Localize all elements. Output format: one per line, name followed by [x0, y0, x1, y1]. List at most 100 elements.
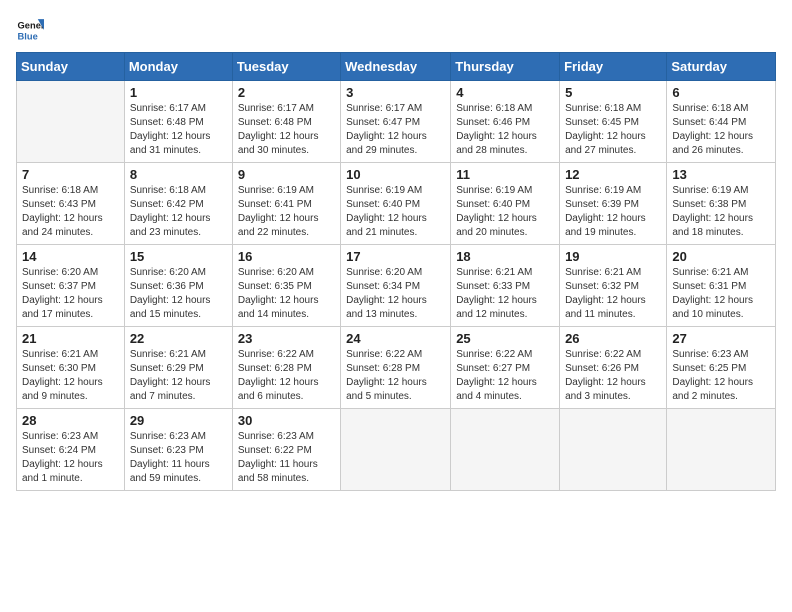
- day-info: Sunrise: 6:23 AMSunset: 6:23 PMDaylight:…: [130, 430, 227, 486]
- calendar-cell: 7 Sunrise: 6:18 AMSunset: 6:43 PMDaylight…: [17, 163, 125, 245]
- calendar-cell: 14 Sunrise: 6:20 AMSunset: 6:37 PMDayligh…: [17, 245, 125, 327]
- calendar-cell: 4Sunrise: 6:18 AMSunset: 6:46 PMDaylight…: [451, 81, 560, 163]
- day-number: 13: [672, 167, 770, 182]
- calendar-cell: 15 Sunrise: 6:20 AMSunset: 6:36 PMDayligh…: [124, 245, 232, 327]
- header: General Blue: [16, 16, 776, 44]
- day-number: 23: [238, 331, 335, 346]
- day-info: Sunrise: 6:21 AMSunset: 6:30 PMDaylight:…: [22, 348, 119, 404]
- calendar-cell: [451, 409, 560, 491]
- calendar-cell: 29 Sunrise: 6:23 AMSunset: 6:23 PMDayligh…: [124, 409, 232, 491]
- calendar-table: SundayMondayTuesdayWednesdayThursdayFrid…: [16, 52, 776, 491]
- day-number: 19: [565, 249, 661, 264]
- calendar-cell: 27 Sunrise: 6:23 AMSunset: 6:25 PMDayligh…: [667, 327, 776, 409]
- calendar-cell: 18 Sunrise: 6:21 AMSunset: 6:33 PMDayligh…: [451, 245, 560, 327]
- calendar-cell: 13 Sunrise: 6:19 AMSunset: 6:38 PMDayligh…: [667, 163, 776, 245]
- weekday-header-monday: Monday: [124, 53, 232, 81]
- day-info: Sunrise: 6:18 AMSunset: 6:45 PMDaylight:…: [565, 102, 661, 158]
- calendar-cell: 24 Sunrise: 6:22 AMSunset: 6:28 PMDayligh…: [341, 327, 451, 409]
- day-number: 25: [456, 331, 554, 346]
- day-number: 29: [130, 413, 227, 428]
- logo: General Blue: [16, 16, 48, 44]
- day-number: 21: [22, 331, 119, 346]
- calendar-cell: 16 Sunrise: 6:20 AMSunset: 6:35 PMDayligh…: [232, 245, 340, 327]
- day-number: 8: [130, 167, 227, 182]
- day-number: 22: [130, 331, 227, 346]
- day-number: 17: [346, 249, 445, 264]
- day-number: 1: [130, 85, 227, 100]
- day-info: Sunrise: 6:19 AMSunset: 6:40 PMDaylight:…: [346, 184, 445, 240]
- calendar-cell: 17 Sunrise: 6:20 AMSunset: 6:34 PMDayligh…: [341, 245, 451, 327]
- calendar-cell: 19 Sunrise: 6:21 AMSunset: 6:32 PMDayligh…: [560, 245, 667, 327]
- weekday-header-wednesday: Wednesday: [341, 53, 451, 81]
- day-info: Sunrise: 6:18 AMSunset: 6:42 PMDaylight:…: [130, 184, 227, 240]
- day-number: 7: [22, 167, 119, 182]
- calendar-cell: 25 Sunrise: 6:22 AMSunset: 6:27 PMDayligh…: [451, 327, 560, 409]
- calendar-cell: 6 Sunrise: 6:18 AMSunset: 6:44 PMDaylight…: [667, 81, 776, 163]
- day-info: Sunrise: 6:20 AMSunset: 6:34 PMDaylight:…: [346, 266, 445, 322]
- day-info: Sunrise: 6:19 AMSunset: 6:38 PMDaylight:…: [672, 184, 770, 240]
- day-number: 12: [565, 167, 661, 182]
- calendar-cell: 22 Sunrise: 6:21 AMSunset: 6:29 PMDayligh…: [124, 327, 232, 409]
- day-info: Sunrise: 6:20 AMSunset: 6:37 PMDaylight:…: [22, 266, 119, 322]
- day-number: 14: [22, 249, 119, 264]
- day-number: 20: [672, 249, 770, 264]
- calendar-cell: 10 Sunrise: 6:19 AMSunset: 6:40 PMDayligh…: [341, 163, 451, 245]
- day-info: Sunrise: 6:23 AMSunset: 6:22 PMDaylight:…: [238, 430, 335, 486]
- day-number: 16: [238, 249, 335, 264]
- day-info: Sunrise: 6:21 AMSunset: 6:32 PMDaylight:…: [565, 266, 661, 322]
- day-number: 15: [130, 249, 227, 264]
- day-info: Sunrise: 6:17 AMSunset: 6:48 PMDaylight:…: [238, 102, 335, 158]
- calendar-cell: 5 Sunrise: 6:18 AMSunset: 6:45 PMDaylight…: [560, 81, 667, 163]
- day-number: 24: [346, 331, 445, 346]
- day-info: Sunrise: 6:23 AMSunset: 6:25 PMDaylight:…: [672, 348, 770, 404]
- day-info: Sunrise: 6:18 AMSunset: 6:43 PMDaylight:…: [22, 184, 119, 240]
- day-number: 9: [238, 167, 335, 182]
- day-info: Sunrise: 6:22 AMSunset: 6:28 PMDaylight:…: [238, 348, 335, 404]
- calendar-cell: 3 Sunrise: 6:17 AMSunset: 6:47 PMDaylight…: [341, 81, 451, 163]
- day-number: 26: [565, 331, 661, 346]
- day-info: Sunrise: 6:22 AMSunset: 6:26 PMDaylight:…: [565, 348, 661, 404]
- calendar-cell: 23 Sunrise: 6:22 AMSunset: 6:28 PMDayligh…: [232, 327, 340, 409]
- calendar-cell: 21 Sunrise: 6:21 AMSunset: 6:30 PMDayligh…: [17, 327, 125, 409]
- calendar-cell: 30 Sunrise: 6:23 AMSunset: 6:22 PMDayligh…: [232, 409, 340, 491]
- day-info: Sunrise: 6:22 AMSunset: 6:27 PMDaylight:…: [456, 348, 554, 404]
- calendar-cell: [17, 81, 125, 163]
- day-info: Sunrise: 6:17 AMSunset: 6:48 PMDaylight:…: [130, 102, 227, 158]
- weekday-header-friday: Friday: [560, 53, 667, 81]
- day-info: Sunrise: 6:17 AMSunset: 6:47 PMDaylight:…: [346, 102, 445, 158]
- calendar-cell: [667, 409, 776, 491]
- day-number: 11: [456, 167, 554, 182]
- calendar-cell: 2 Sunrise: 6:17 AMSunset: 6:48 PMDaylight…: [232, 81, 340, 163]
- day-info: Sunrise: 6:23 AMSunset: 6:24 PMDaylight:…: [22, 430, 119, 486]
- day-info: Sunrise: 6:21 AMSunset: 6:29 PMDaylight:…: [130, 348, 227, 404]
- day-info: Sunrise: 6:21 AMSunset: 6:31 PMDaylight:…: [672, 266, 770, 322]
- day-info: Sunrise: 6:19 AMSunset: 6:39 PMDaylight:…: [565, 184, 661, 240]
- calendar-cell: 12 Sunrise: 6:19 AMSunset: 6:39 PMDayligh…: [560, 163, 667, 245]
- calendar-cell: 20 Sunrise: 6:21 AMSunset: 6:31 PMDayligh…: [667, 245, 776, 327]
- day-number: 27: [672, 331, 770, 346]
- day-info: Sunrise: 6:18 AMSunset: 6:44 PMDaylight:…: [672, 102, 770, 158]
- day-info: Sunrise: 6:20 AMSunset: 6:35 PMDaylight:…: [238, 266, 335, 322]
- day-info: Sunrise: 6:20 AMSunset: 6:36 PMDaylight:…: [130, 266, 227, 322]
- logo-icon: General Blue: [16, 16, 44, 44]
- weekday-header-tuesday: Tuesday: [232, 53, 340, 81]
- day-info: Sunrise: 6:22 AMSunset: 6:28 PMDaylight:…: [346, 348, 445, 404]
- day-number: 18: [456, 249, 554, 264]
- day-number: 3: [346, 85, 445, 100]
- day-number: 6: [672, 85, 770, 100]
- calendar-cell: 9 Sunrise: 6:19 AMSunset: 6:41 PMDaylight…: [232, 163, 340, 245]
- calendar-cell: 28Sunrise: 6:23 AMSunset: 6:24 PMDayligh…: [17, 409, 125, 491]
- calendar-cell: 1 Sunrise: 6:17 AMSunset: 6:48 PMDaylight…: [124, 81, 232, 163]
- calendar-cell: 8 Sunrise: 6:18 AMSunset: 6:42 PMDaylight…: [124, 163, 232, 245]
- day-number: 10: [346, 167, 445, 182]
- weekday-header-saturday: Saturday: [667, 53, 776, 81]
- weekday-header-sunday: Sunday: [17, 53, 125, 81]
- day-info: Sunrise: 6:21 AMSunset: 6:33 PMDaylight:…: [456, 266, 554, 322]
- calendar-cell: 26 Sunrise: 6:22 AMSunset: 6:26 PMDayligh…: [560, 327, 667, 409]
- day-number: 2: [238, 85, 335, 100]
- day-number: 5: [565, 85, 661, 100]
- calendar-cell: 11Sunrise: 6:19 AMSunset: 6:40 PMDayligh…: [451, 163, 560, 245]
- day-number: 30: [238, 413, 335, 428]
- weekday-header-thursday: Thursday: [451, 53, 560, 81]
- day-info: Sunrise: 6:19 AMSunset: 6:41 PMDaylight:…: [238, 184, 335, 240]
